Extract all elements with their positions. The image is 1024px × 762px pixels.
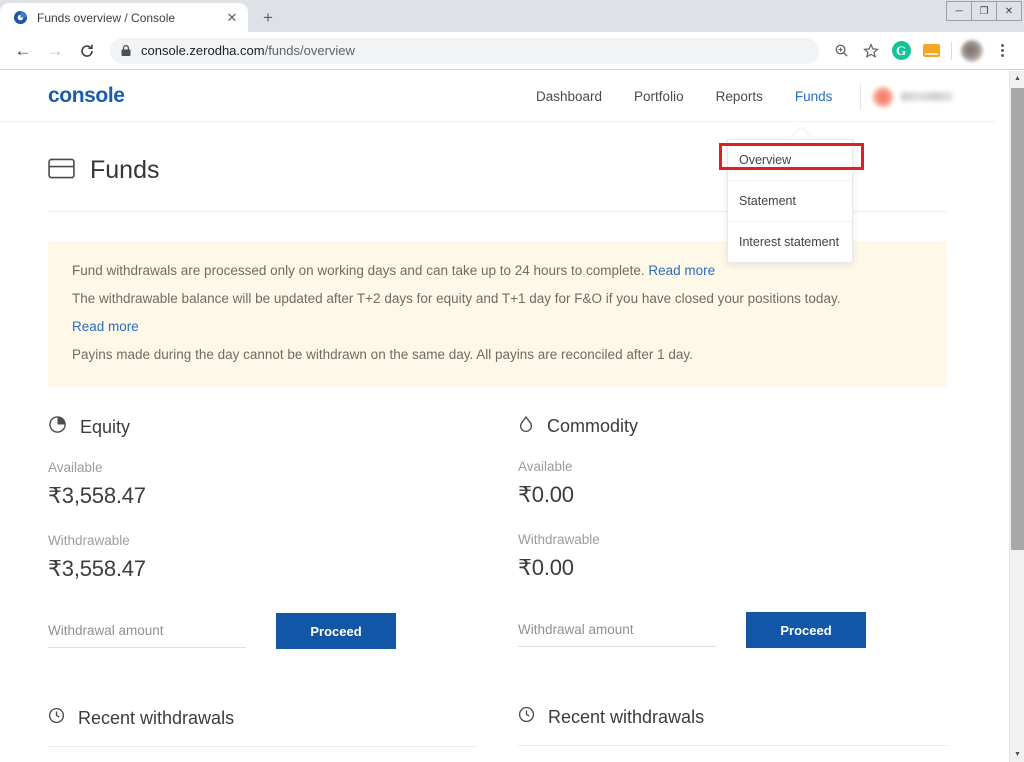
droplet-icon — [518, 415, 534, 438]
notice-line-2: The withdrawable balance will be updated… — [72, 285, 923, 341]
url-text: console.zerodha.com/funds/overview — [141, 43, 355, 58]
notice-line-1-text: Fund withdrawals are processed only on w… — [72, 263, 645, 278]
segment-equity: Equity Available ₹3,558.47 Withdrawable … — [48, 415, 518, 747]
tab-title: Funds overview / Console — [37, 10, 176, 25]
window-controls: ─ ❐ ✕ — [946, 1, 1022, 21]
dropdown-caret — [790, 128, 812, 139]
commodity-recent-withdrawals: Recent withdrawals — [518, 706, 988, 746]
browser-toolbar: ← → console.zerodha.com/funds/overview G — [0, 32, 1024, 70]
commodity-recent-title: Recent withdrawals — [548, 706, 705, 727]
clock-icon — [518, 706, 535, 728]
restore-button[interactable]: ❐ — [971, 1, 997, 21]
equity-withdrawable-label: Withdrawable — [48, 533, 130, 548]
commodity-available-value: ₹0.00 — [518, 482, 574, 507]
console-logo-icon — [12, 10, 28, 26]
equity-withdrawal-amount-input[interactable] — [48, 614, 246, 648]
equity-recent-divider — [48, 746, 478, 747]
console-page: console Dashboard Portfolio Reports Fund… — [0, 71, 995, 762]
equity-available-label: Available — [48, 460, 103, 475]
nav-item-dashboard[interactable]: Dashboard — [520, 89, 618, 104]
equity-recent-title: Recent withdrawals — [78, 707, 235, 728]
address-bar[interactable]: console.zerodha.com/funds/overview — [110, 37, 819, 64]
equity-title: Equity — [80, 416, 131, 437]
funds-columns: Equity Available ₹3,558.47 Withdrawable … — [48, 415, 948, 747]
chevron-up-icon[interactable]: ▲ — [1010, 71, 1024, 86]
arrow-left-icon[interactable]: ← — [8, 36, 38, 66]
nav-item-funds[interactable]: Funds — [779, 89, 849, 104]
page-viewport: console Dashboard Portfolio Reports Fund… — [0, 71, 1024, 762]
equity-withdrawable-value: ₹3,558.47 — [48, 556, 146, 581]
commodity-recent-divider — [518, 745, 948, 746]
commodity-recent-header: Recent withdrawals — [518, 706, 988, 728]
chrome-menu-icon[interactable] — [988, 37, 1016, 65]
toolbar-divider — [951, 41, 952, 60]
funds-dropdown-menu: Overview Statement Interest statement — [727, 139, 853, 263]
equity-withdraw-row: Proceed — [48, 613, 518, 649]
commodity-withdrawal-amount-input[interactable] — [518, 613, 716, 647]
commodity-proceed-button[interactable]: Proceed — [746, 612, 866, 648]
dropdown-item-overview[interactable]: Overview — [728, 140, 852, 181]
commodity-withdrawable-label: Withdrawable — [518, 532, 600, 547]
nav-item-portfolio[interactable]: Portfolio — [618, 89, 700, 104]
close-window-button[interactable]: ✕ — [996, 1, 1022, 21]
browser-window: Funds overview / Console ✕ + ─ ❐ ✕ ← → c… — [0, 0, 1024, 762]
equity-recent-header: Recent withdrawals — [48, 707, 518, 729]
read-more-link-2[interactable]: Read more — [72, 313, 923, 341]
zoom-icon[interactable] — [827, 37, 855, 65]
console-nav-links: Dashboard Portfolio Reports Funds — [520, 71, 954, 122]
grammarly-extension-icon[interactable]: G — [887, 37, 915, 65]
arrow-right-icon: → — [46, 40, 64, 60]
clock-icon — [48, 707, 65, 729]
new-tab-button[interactable]: + — [254, 3, 282, 31]
commodity-title: Commodity — [547, 416, 639, 436]
nav-divider — [860, 83, 862, 110]
equity-proceed-button[interactable]: Proceed — [276, 613, 396, 649]
dropdown-item-interest-statement[interactable]: Interest statement — [728, 222, 852, 262]
commodity-available-label: Available — [518, 459, 573, 474]
url-domain: console.zerodha.com — [141, 43, 265, 58]
segment-commodity: Commodity Available ₹0.00 Withdrawable ₹… — [518, 415, 988, 747]
avatar — [873, 86, 894, 107]
dropdown-item-statement[interactable]: Statement — [728, 181, 852, 222]
tab-strip: Funds overview / Console ✕ + ─ ❐ ✕ — [0, 0, 1024, 32]
extension-orange-icon[interactable] — [917, 37, 945, 65]
chevron-down-icon[interactable]: ▼ — [1010, 747, 1024, 762]
pie-chart-icon — [48, 415, 67, 439]
page-title-text: Funds — [90, 156, 160, 184]
notice-line-3: Payins made during the day cannot be wit… — [72, 347, 693, 362]
url-path: /funds/overview — [264, 43, 355, 58]
profile-avatar[interactable] — [958, 37, 986, 65]
console-navbar: console Dashboard Portfolio Reports Fund… — [0, 71, 995, 122]
equity-available-value: ₹3,558.47 — [48, 483, 146, 508]
close-icon[interactable]: ✕ — [224, 10, 240, 26]
reload-icon[interactable] — [72, 36, 102, 66]
nav-user[interactable] — [873, 86, 954, 107]
equity-recent-withdrawals: Recent withdrawals — [48, 707, 518, 747]
username-label — [901, 92, 954, 101]
read-more-link-1[interactable]: Read more — [648, 263, 715, 278]
browser-tab[interactable]: Funds overview / Console ✕ — [0, 3, 248, 32]
page-scrollbar[interactable]: ▲ ▼ — [1009, 71, 1024, 762]
commodity-header: Commodity — [518, 415, 988, 438]
commodity-withdrawable-value: ₹0.00 — [518, 555, 574, 580]
scrollbar-thumb[interactable] — [1011, 88, 1024, 550]
bookmark-star-icon[interactable] — [857, 37, 885, 65]
lock-icon — [120, 44, 132, 57]
console-logo[interactable]: console — [48, 84, 125, 108]
notice-line-2-text: The withdrawable balance will be updated… — [72, 291, 841, 306]
equity-header: Equity — [48, 415, 518, 439]
card-icon — [48, 158, 75, 184]
minimize-button[interactable]: ─ — [946, 1, 972, 21]
nav-item-reports[interactable]: Reports — [700, 89, 779, 104]
commodity-withdraw-row: Proceed — [518, 612, 988, 648]
